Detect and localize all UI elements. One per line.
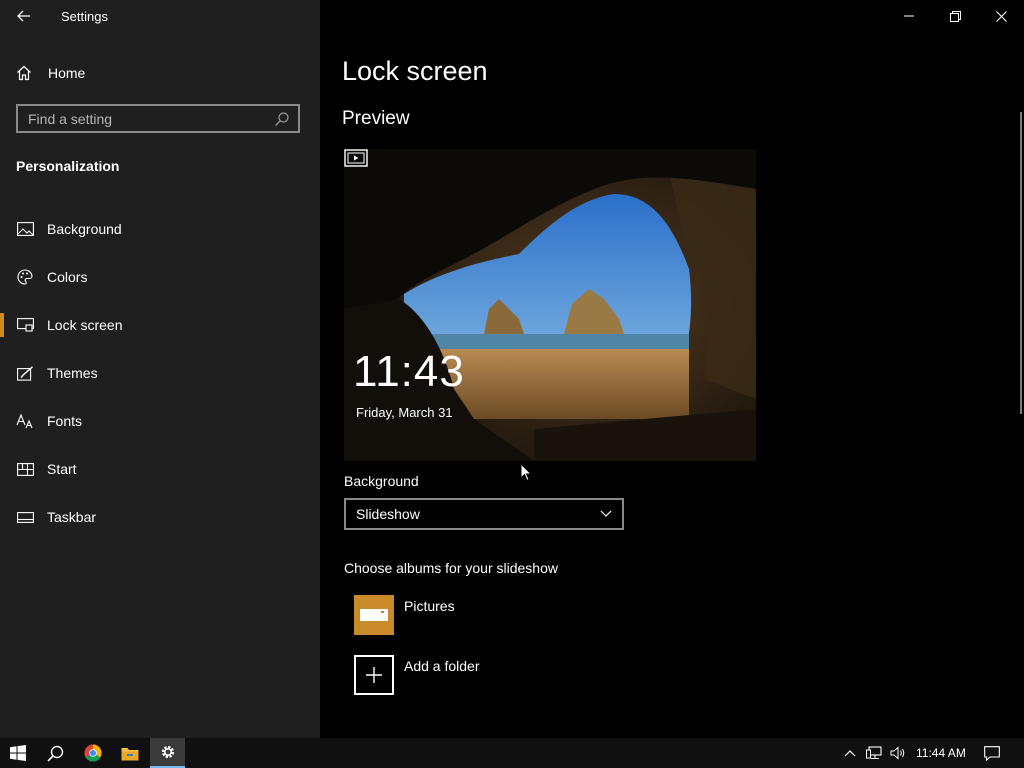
sidebar-item-label: Background xyxy=(47,221,122,237)
sidebar-nav: Background Colors Lock screen Themes Fon… xyxy=(0,205,320,541)
windows-start-icon xyxy=(10,745,26,761)
restore-button[interactable] xyxy=(932,0,978,32)
sidebar-item-label: Lock screen xyxy=(47,317,123,333)
window-controls xyxy=(886,0,1024,32)
close-icon xyxy=(995,10,1007,22)
albums-label: Choose albums for your slideshow xyxy=(344,560,558,576)
home-icon xyxy=(17,65,31,81)
network-icon xyxy=(866,746,882,760)
preview-date: Friday, March 31 xyxy=(356,405,453,420)
pictures-folder-icon xyxy=(354,595,394,635)
taskbar-settings[interactable] xyxy=(150,738,185,768)
search-icon xyxy=(46,745,63,762)
taskbar: 11:44 AM xyxy=(0,738,1024,768)
sidebar-item-label: Taskbar xyxy=(47,509,97,525)
restore-icon xyxy=(949,10,961,22)
minimize-button[interactable] xyxy=(886,0,932,32)
chevron-down-icon xyxy=(600,510,612,517)
sidebar-item-lock-screen[interactable]: Lock screen xyxy=(0,301,320,349)
sidebar-item-colors[interactable]: Colors xyxy=(0,253,320,301)
taskbar-icon xyxy=(16,508,34,526)
volume-button[interactable] xyxy=(887,738,909,768)
mouse-cursor-icon xyxy=(520,463,532,482)
taskbar-chrome[interactable] xyxy=(75,738,111,768)
notification-icon xyxy=(984,745,1000,761)
scrollbar[interactable] xyxy=(1020,112,1022,414)
back-arrow-icon xyxy=(17,10,30,22)
show-hidden-icons-button[interactable] xyxy=(840,738,860,768)
sidebar-item-label: Start xyxy=(47,461,77,477)
slideshow-icon xyxy=(344,149,368,167)
settings-icon xyxy=(161,745,174,759)
search-box[interactable]: Find a setting xyxy=(16,104,300,133)
preview-clock: 11:43 xyxy=(353,347,465,396)
taskbar-file-explorer[interactable] xyxy=(112,738,148,768)
taskbar-clock[interactable]: 11:44 AM xyxy=(916,746,966,760)
home-label: Home xyxy=(48,65,86,81)
page-title: Lock screen xyxy=(342,56,488,86)
chrome-icon xyxy=(84,744,102,762)
start-button[interactable] xyxy=(0,738,36,768)
section-personalization: Personalization xyxy=(16,158,120,174)
background-dropdown-value: Slideshow xyxy=(356,506,420,522)
add-folder-button[interactable]: Add a folder xyxy=(354,655,654,695)
volume-icon xyxy=(890,746,905,760)
close-button[interactable] xyxy=(978,0,1024,32)
file-explorer-icon xyxy=(121,747,139,760)
action-center-button[interactable] xyxy=(980,738,1004,768)
background-dropdown[interactable]: Slideshow xyxy=(344,498,624,530)
font-icon xyxy=(16,412,34,430)
palette-icon xyxy=(16,268,34,286)
add-folder-label: Add a folder xyxy=(404,658,480,674)
sidebar-item-themes[interactable]: Themes xyxy=(0,349,320,397)
brush-icon xyxy=(16,364,34,382)
picture-icon xyxy=(16,220,34,238)
sidebar-item-label: Colors xyxy=(47,269,88,285)
minimize-icon xyxy=(904,15,914,17)
search-icon[interactable] xyxy=(274,111,290,127)
add-icon xyxy=(354,655,394,695)
home-nav-item[interactable]: Home xyxy=(16,62,85,84)
chevron-up-icon xyxy=(844,750,856,757)
lock-screen-preview: 11:43 Friday, March 31 xyxy=(344,149,756,461)
search-input[interactable]: Find a setting xyxy=(28,111,274,127)
sidebar-item-start[interactable]: Start xyxy=(0,445,320,493)
back-button[interactable] xyxy=(10,4,38,28)
taskbar-search-button[interactable] xyxy=(37,738,73,768)
preview-heading: Preview xyxy=(342,108,410,129)
sidebar-item-label: Themes xyxy=(47,365,98,381)
album-name: Pictures xyxy=(404,598,455,614)
app-title: Settings xyxy=(61,9,108,24)
sidebar: Settings Home Find a setting Personaliza… xyxy=(0,0,320,738)
sidebar-item-fonts[interactable]: Fonts xyxy=(0,397,320,445)
sidebar-item-label: Fonts xyxy=(47,413,83,429)
album-pictures[interactable]: Pictures xyxy=(354,595,654,635)
start-icon xyxy=(16,460,34,478)
network-button[interactable] xyxy=(863,738,885,768)
lock-screen-icon xyxy=(16,316,34,334)
sidebar-item-taskbar[interactable]: Taskbar xyxy=(0,493,320,541)
sidebar-item-background[interactable]: Background xyxy=(0,205,320,253)
background-label: Background xyxy=(344,473,419,489)
